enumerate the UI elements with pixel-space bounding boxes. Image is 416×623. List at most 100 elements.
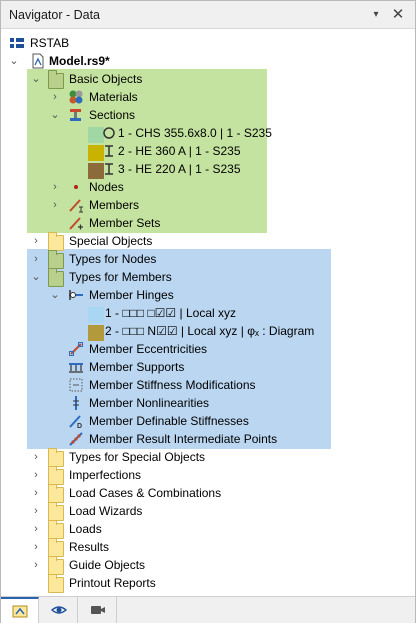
chevron-right-icon[interactable]: › — [48, 179, 62, 195]
tree-row-load-wizards[interactable]: › Load Wizards — [1, 502, 415, 521]
chevron-down-icon[interactable]: ⌄ — [48, 107, 62, 123]
tree-row-member-result-intermediate-points[interactable]: Member Result Intermediate Points — [1, 430, 415, 448]
folder-icon — [48, 556, 64, 575]
tree-label-section-1: 1 - CHS 355.6x8.0 | 1 - S235 — [118, 126, 272, 140]
nonlinearities-icon — [73, 396, 79, 410]
i-beam-section-icon — [105, 145, 113, 157]
folder-icon — [48, 484, 64, 503]
tree-label-special-objects: Special Objects — [69, 234, 153, 248]
chevron-down-icon[interactable]: ⌄ — [7, 53, 21, 69]
tree-label-member-sets: Member Sets — [89, 216, 161, 230]
tree-row-member-stiffness-modifications[interactable]: Member Stiffness Modifications — [1, 376, 415, 394]
tree-row-materials[interactable]: › Materials — [1, 88, 415, 106]
tree-label-folder: Load Cases & Combinations — [69, 486, 222, 500]
tree-label-folder: Load Wizards — [69, 504, 143, 518]
tree-label-member-type: Member Result Intermediate Points — [89, 432, 278, 446]
chevron-right-icon[interactable]: › — [29, 539, 43, 555]
member-sets-icon — [69, 217, 83, 230]
folder-icon — [48, 502, 64, 521]
tree-label-rstab: RSTAB — [30, 36, 70, 50]
chevron-down-icon[interactable]: ⌄ — [29, 269, 43, 285]
tree-row-member-supports[interactable]: Member Supports — [1, 358, 415, 376]
tree-row-printout-reports[interactable]: Printout Reports — [1, 574, 415, 593]
tree-row-rstab[interactable]: RSTAB — [1, 34, 415, 52]
data-tab-icon — [12, 605, 27, 618]
chevron-down-icon[interactable]: ⌄ — [29, 71, 43, 87]
navigator-tab-bar — [1, 596, 415, 623]
result-intermediate-points-icon — [69, 432, 83, 446]
dropdown-icon[interactable]: ▾ — [367, 6, 385, 24]
tree-row-types-for-special-objects[interactable]: › Types for Special Objects — [1, 448, 415, 467]
navigator-window: Navigator - Data ▾ ✕ RSTAB ⌄ Model.rs9* — [0, 0, 416, 623]
tree-row-results[interactable]: › Results — [1, 538, 415, 557]
tree-label-folder: Printout Reports — [69, 576, 156, 590]
chevron-right-icon[interactable]: › — [29, 557, 43, 573]
tree-row-basic-objects[interactable]: ⌄ Basic Objects — [1, 70, 415, 89]
folder-icon — [48, 538, 64, 557]
tab-data[interactable] — [1, 597, 39, 623]
tree-label-members: Members — [89, 198, 140, 212]
tree-row-special-objects[interactable]: › Special Objects — [1, 232, 415, 251]
tree-row-model[interactable]: ⌄ Model.rs9* — [1, 52, 415, 70]
model-file-icon — [32, 53, 44, 69]
nodes-icon — [74, 185, 78, 189]
tree-label-folder: Loads — [69, 522, 102, 536]
tree-label-section-3: 3 - HE 220 A | 1 - S235 — [118, 162, 241, 176]
chevron-right-icon[interactable]: › — [48, 197, 62, 213]
member-hinge-icon — [69, 290, 83, 300]
tree-row-sections[interactable]: ⌄ Sections — [1, 106, 415, 124]
chevron-right-icon[interactable]: › — [29, 233, 43, 249]
member-supports-icon — [69, 363, 83, 373]
members-icon — [69, 199, 83, 213]
definable-stiffnesses-icon: D — [69, 415, 82, 429]
tree-row-load-cases-combinations[interactable]: › Load Cases & Combinations — [1, 484, 415, 503]
chevron-down-icon[interactable]: ⌄ — [48, 287, 62, 303]
tree-label-nodes: Nodes — [89, 180, 124, 194]
tree-row-hinge-2[interactable]: 2 - □□□ N☑☑ | Local xyz | φₓ : Diagram — [1, 322, 415, 341]
tree-row-loads[interactable]: › Loads — [1, 520, 415, 539]
chevron-right-icon[interactable]: › — [29, 251, 43, 267]
tree-row-types-for-nodes[interactable]: › Types for Nodes — [1, 250, 415, 269]
chevron-right-icon[interactable]: › — [29, 467, 43, 483]
tree-label-folder: Results — [69, 540, 110, 554]
tree-row-types-for-members[interactable]: ⌄ Types for Members — [1, 268, 415, 287]
tree-row-member-definable-stiffnesses[interactable]: D Member Definable Stiffnesses — [1, 412, 415, 430]
tab-views[interactable] — [79, 597, 117, 623]
tree-label-section-2: 2 - HE 360 A | 1 - S235 — [118, 144, 241, 158]
pipe-section-icon — [103, 127, 115, 139]
tree-row-guide-objects[interactable]: › Guide Objects — [1, 556, 415, 575]
chevron-right-icon[interactable]: › — [29, 449, 43, 465]
tree-row-member-nonlinearities[interactable]: Member Nonlinearities — [1, 394, 415, 412]
svg-text:D: D — [77, 423, 82, 429]
materials-icon — [69, 90, 83, 104]
tree-label-types-for-members: Types for Members — [69, 270, 172, 284]
tree-label-member-type: Member Stiffness Modifications — [89, 378, 256, 392]
tree-row-imperfections[interactable]: › Imperfections — [1, 466, 415, 485]
tree-label-materials: Materials — [89, 90, 138, 104]
chevron-right-icon[interactable]: › — [29, 521, 43, 537]
hinge-color-swatch — [88, 307, 104, 323]
tree-row-section-1[interactable]: 1 - CHS 355.6x8.0 | 1 - S235 — [1, 124, 415, 143]
tree-row-nodes[interactable]: › Nodes — [1, 178, 415, 196]
navigator-tree: RSTAB ⌄ Model.rs9* ⌄ Basic Objects › Mat… — [1, 30, 415, 596]
tab-display[interactable] — [40, 597, 78, 623]
chevron-right-icon[interactable]: › — [48, 89, 62, 105]
tree-label-sections: Sections — [89, 108, 136, 122]
tree-row-hinge-1[interactable]: 1 - □□□ □☑☑ | Local xyz — [1, 304, 415, 323]
display-tab-icon — [50, 606, 67, 614]
tree-label-member-hinges: Member Hinges — [89, 288, 174, 302]
tree-row-section-3[interactable]: 3 - HE 220 A | 1 - S235 — [1, 160, 415, 179]
chevron-right-icon[interactable]: › — [29, 485, 43, 501]
chevron-right-icon[interactable]: › — [29, 503, 43, 519]
tree-row-member-hinges[interactable]: ⌄ Member Hinges — [1, 286, 415, 304]
tree-row-member-sets[interactable]: Member Sets — [1, 214, 415, 232]
folder-icon — [48, 448, 64, 467]
tree-row-member-eccentricities[interactable]: Member Eccentricities — [1, 340, 415, 358]
tree-row-section-2[interactable]: 2 - HE 360 A | 1 - S235 — [1, 142, 415, 161]
sections-icon — [70, 109, 81, 121]
close-icon[interactable]: ✕ — [389, 6, 407, 24]
tree-label-types-for-nodes: Types for Nodes — [69, 252, 157, 266]
folder-icon — [48, 574, 64, 593]
tree-row-members[interactable]: › Members — [1, 196, 415, 214]
tree-label-hinge-1: 1 - □□□ □☑☑ | Local xyz — [105, 306, 236, 320]
